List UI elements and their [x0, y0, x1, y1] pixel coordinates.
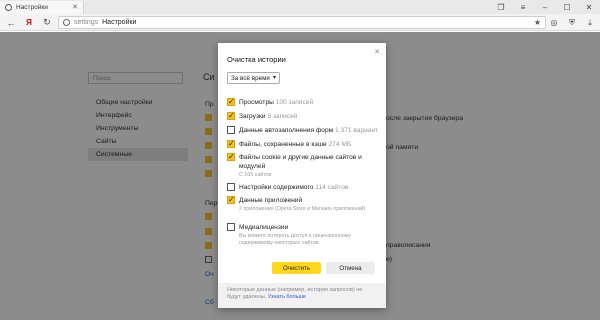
bookmark-icon[interactable]: ★ [534, 18, 541, 27]
window-controls: ❐ ≡ – ☐ ✕ [490, 0, 600, 14]
dialog-footer: Некоторые данные (например, история запр… [218, 283, 386, 308]
option-hint: Вы можете потерять доступ к лицензионном… [239, 233, 352, 246]
extensions-icon[interactable]: ◎ [548, 16, 560, 29]
toolbar-icons: ◎ ⛨ ⤓ [548, 16, 596, 29]
menu-icon[interactable]: ≡ [512, 0, 534, 14]
refresh-icon[interactable]: ↻ [40, 16, 54, 29]
navigation-bar: ← Я ↻ settings Настройки ★ ◎ ⛨ ⤓ [0, 14, 600, 31]
tab-bar: Настройки ✕ ❐ ≡ – ☐ ✕ [0, 0, 600, 14]
option-label: Данные приложений [239, 197, 303, 204]
close-tab-icon[interactable]: ✕ [72, 3, 78, 11]
clear-history-dialog: Очистка истории ✕ За всё время ▾ Просмот… [218, 43, 386, 308]
cancel-button[interactable]: Отмена [326, 262, 375, 274]
option-label: Настройки содержимого 114 сайтов [239, 184, 349, 191]
checkbox[interactable] [227, 195, 235, 204]
close-icon[interactable]: ✕ [374, 48, 380, 56]
close-window-icon[interactable]: ✕ [578, 0, 600, 14]
gear-icon [5, 4, 12, 11]
address-host: settings [74, 19, 99, 26]
tab-title: Настройки [16, 4, 48, 11]
dialog-title: Очистка истории [227, 55, 286, 64]
protect-icon[interactable]: ⛨ [566, 16, 578, 29]
option-label: Просмотры 100 записей [239, 99, 314, 106]
chevron-down-icon: ▾ [272, 75, 276, 81]
checkbox[interactable] [227, 183, 235, 191]
address-page: Настройки [102, 19, 137, 26]
back-icon[interactable]: ← [4, 16, 18, 29]
checkbox[interactable] [227, 152, 235, 161]
option-label: Файлы, сохраненные в кэше 274 МБ [239, 141, 352, 148]
maximize-icon[interactable]: ☐ [556, 0, 578, 14]
yandex-logo-icon[interactable]: Я [22, 16, 36, 29]
option-label: Данные автозаполнения форм 1 371 вариант [239, 127, 379, 134]
download-icon[interactable]: ⤓ [584, 16, 596, 29]
checkbox[interactable] [227, 223, 235, 231]
checkbox[interactable] [227, 126, 235, 134]
clear-button[interactable]: Очистить [272, 262, 321, 274]
option-label: Медиалицензии [239, 224, 289, 231]
checkbox[interactable] [227, 111, 235, 120]
option-label: Загрузки 8 записей [239, 113, 298, 120]
option-hint: С 165 сайтов [239, 172, 272, 178]
checkbox[interactable] [227, 139, 235, 148]
tab-settings[interactable]: Настройки ✕ [0, 1, 84, 14]
address-bar[interactable]: settings Настройки ★ [58, 16, 546, 29]
checkbox[interactable] [227, 97, 235, 106]
settings-icon [63, 19, 70, 26]
option-hint: 2 приложения (Opera Store и Магазин прил… [239, 206, 366, 212]
period-select[interactable]: За всё время ▾ [227, 72, 280, 84]
option-label: Файлы cookie и другие данные сайтов и мо… [239, 154, 362, 170]
period-value: За всё время [231, 74, 270, 82]
tabs-icon[interactable]: ❐ [490, 0, 512, 14]
learn-more-link[interactable]: Узнать больше [268, 294, 306, 300]
minimize-icon[interactable]: – [534, 0, 556, 14]
